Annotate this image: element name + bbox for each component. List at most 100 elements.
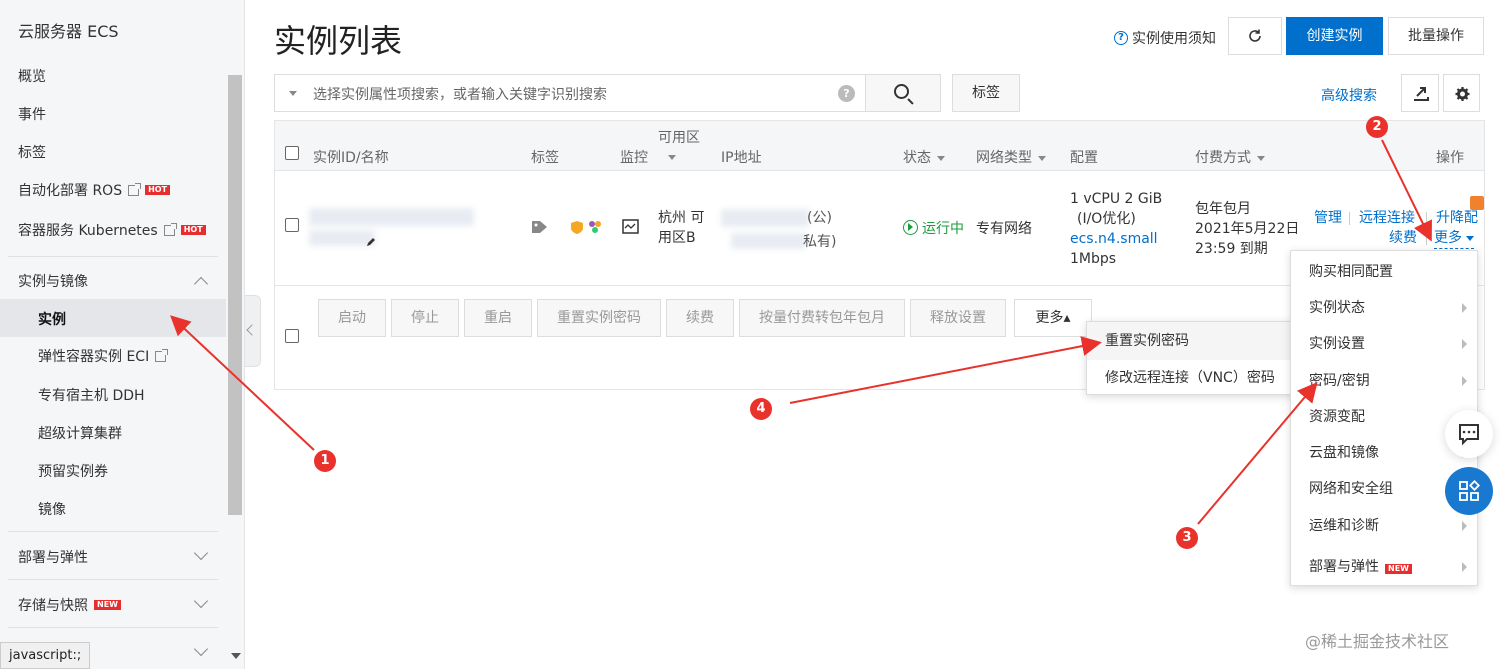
menu-item-instance-status[interactable]: 实例状态: [1291, 297, 1477, 317]
help-icon[interactable]: ?: [838, 85, 855, 102]
sidebar-item-ddh[interactable]: 专有宿主机 DDH: [38, 385, 145, 405]
menu-item-deploy-elastic[interactable]: 部署与弹性 NEW: [1291, 556, 1477, 576]
sidebar-item-eci[interactable]: 弹性容器实例 ECI: [38, 346, 169, 366]
edit-icon[interactable]: [365, 236, 377, 248]
sidebar-item-overview[interactable]: 概览: [18, 66, 46, 86]
sidebar-item-images[interactable]: 镜像: [38, 499, 66, 519]
caret-down-icon: [937, 155, 945, 161]
status-badge: 运行中: [903, 219, 964, 239]
agent-icon[interactable]: [587, 219, 603, 235]
status-label: 运行中: [922, 221, 964, 237]
bulk-select-checkbox[interactable]: [285, 329, 299, 343]
menu-item-buy-same[interactable]: 购买相同配置: [1291, 261, 1477, 281]
sidebar-item-label: 镜像: [38, 502, 66, 518]
zone-filter-caret[interactable]: [662, 149, 676, 165]
chevron-right-icon: [1462, 521, 1467, 531]
sidebar-item-instances[interactable]: 实例: [38, 309, 66, 329]
scroll-down-arrow-icon[interactable]: [231, 653, 241, 659]
header-network[interactable]: 网络类型: [976, 147, 1046, 167]
config-instance-type[interactable]: ecs.n4.small: [1070, 229, 1158, 249]
sidebar-group-deploy[interactable]: 部署与弹性: [18, 547, 88, 567]
menu-item-ops-diagnosis[interactable]: 运维和诊断: [1291, 515, 1477, 535]
sidebar-item-label: 实例: [38, 312, 66, 328]
renew-button[interactable]: 续费: [666, 299, 734, 337]
search-button[interactable]: [865, 74, 941, 112]
search-placeholder: 选择实例属性项搜索，或者输入关键字识别搜索: [313, 87, 607, 103]
header-config: 配置: [1070, 150, 1098, 166]
start-button[interactable]: 启动: [318, 299, 386, 337]
monitor-chart-icon[interactable]: [622, 219, 639, 235]
export-icon: [1414, 87, 1429, 101]
hot-badge: HOT: [145, 185, 171, 195]
question-icon: ?: [1114, 31, 1128, 45]
sidebar-scrollbar[interactable]: [228, 75, 242, 515]
chevron-down-icon[interactable]: [193, 641, 209, 657]
sidebar-item-ros[interactable]: 自动化部署 ROS HOT: [18, 180, 171, 200]
renew-link[interactable]: 续费: [1389, 228, 1417, 248]
more-actions-link[interactable]: 更多: [1434, 228, 1474, 249]
sidebar-group-storage[interactable]: 存储与快照 NEW: [18, 595, 121, 615]
tag-filter-button[interactable]: 标签: [952, 74, 1020, 112]
batch-operation-button[interactable]: 批量操作: [1388, 17, 1484, 55]
refresh-button[interactable]: [1228, 17, 1282, 55]
billing-type: 包年包月: [1195, 201, 1251, 217]
sidebar-collapse-button[interactable]: [245, 295, 261, 367]
remote-connect-link[interactable]: 远程连接: [1359, 208, 1415, 228]
header-status[interactable]: 状态: [903, 147, 945, 167]
chat-button[interactable]: [1445, 410, 1493, 458]
instance-id-redacted[interactable]: [309, 208, 474, 226]
stop-button[interactable]: 停止: [391, 299, 459, 337]
reset-password-button[interactable]: 重置实例密码: [537, 299, 661, 337]
settings-button[interactable]: [1443, 74, 1480, 112]
convert-billing-button[interactable]: 按量付费转包年包月: [739, 299, 905, 337]
sidebar-item-label: 概览: [18, 69, 46, 85]
sidebar-item-tags[interactable]: 标签: [18, 142, 46, 162]
chevron-down-icon[interactable]: [193, 593, 209, 609]
table-header: 实例ID/名称 标签 监控 可用区 IP地址 状态 网络类型 配置 付费方式 操…: [275, 121, 1484, 171]
header-status-label: 状态: [903, 150, 931, 166]
usage-notice-link[interactable]: ? 实例使用须知: [1114, 28, 1216, 48]
sidebar-divider: [8, 531, 218, 532]
release-settings-button[interactable]: 释放设置: [910, 299, 1006, 337]
row-checkbox[interactable]: [285, 218, 299, 232]
gear-icon: [1455, 87, 1470, 101]
apps-grid-icon: [1459, 479, 1481, 501]
sidebar-item-kubernetes[interactable]: 容器服务 Kubernetes HOT: [18, 220, 206, 240]
manage-link[interactable]: 管理: [1314, 208, 1342, 228]
caret-down-icon[interactable]: [289, 91, 297, 96]
annotation-badge-4: 4: [750, 398, 772, 420]
menu-item-instance-settings[interactable]: 实例设置: [1291, 333, 1477, 353]
advanced-search-link[interactable]: 高级搜索: [1321, 85, 1377, 105]
tag-icon[interactable]: [531, 220, 549, 234]
sidebar-item-label: 标签: [18, 145, 46, 161]
search-input[interactable]: 选择实例属性项搜索，或者输入关键字识别搜索 ?: [274, 74, 866, 112]
header-tag: 标签: [531, 150, 559, 166]
menu-item-password-key[interactable]: 密码/密钥: [1291, 370, 1477, 390]
page-title: 实例列表: [274, 22, 403, 60]
resize-link[interactable]: 升降配: [1436, 208, 1478, 228]
sidebar-item-label: 弹性容器实例 ECI: [38, 349, 150, 365]
restart-button[interactable]: 重启: [464, 299, 532, 337]
menu-item-label: 网络和安全组: [1309, 481, 1393, 497]
menu-item-reset-vnc-password[interactable]: 修改远程连接（VNC）密码: [1087, 360, 1294, 396]
security-shield-icon[interactable]: [570, 220, 584, 235]
export-button[interactable]: [1401, 74, 1439, 112]
sidebar-group-instances[interactable]: 实例与镜像: [18, 271, 88, 291]
external-link-icon: [163, 222, 177, 236]
menu-item-reset-password[interactable]: 重置实例密码: [1087, 322, 1294, 360]
sidebar-item-scc[interactable]: 超级计算集群: [38, 423, 122, 443]
header-billing[interactable]: 付费方式: [1195, 147, 1265, 167]
sidebar: 云服务器 ECS 概览 事件 标签 自动化部署 ROS HOT 容器服务 Kub…: [0, 0, 245, 669]
bulk-more-button[interactable]: 更多▴: [1014, 299, 1092, 337]
menu-item-label: 部署与弹性: [1309, 559, 1379, 575]
sidebar-item-label: 预留实例券: [38, 464, 108, 480]
apps-button[interactable]: [1445, 467, 1493, 515]
chevron-down-icon[interactable]: [193, 545, 209, 561]
select-all-checkbox[interactable]: [285, 146, 299, 160]
chevron-up-icon[interactable]: [193, 276, 209, 292]
create-instance-button[interactable]: 创建实例: [1286, 17, 1383, 55]
menu-item-label: 购买相同配置: [1309, 264, 1393, 280]
sidebar-item-reserved[interactable]: 预留实例券: [38, 461, 108, 481]
chevron-left-icon: [246, 324, 258, 336]
sidebar-item-events[interactable]: 事件: [18, 104, 46, 124]
